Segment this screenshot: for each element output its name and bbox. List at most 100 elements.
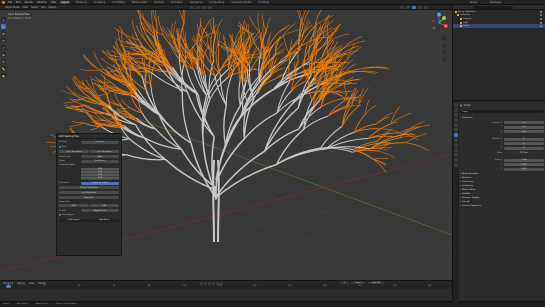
outliner-item[interactable]: Curve [453, 24, 545, 28]
scale-y-field[interactable]: 1.000 [504, 163, 544, 167]
base-size-field[interactable]: Base Size [59, 196, 119, 200]
workspace-tab[interactable]: UV Editing [111, 1, 125, 4]
visibility-eye-icon[interactable] [540, 10, 542, 13]
split-value-field[interactable]: 0.20 [81, 177, 119, 180]
bevel-checkbox[interactable]: Bevel [59, 145, 67, 148]
render-tab-icon[interactable] [454, 108, 458, 112]
menu-object[interactable]: Object [48, 6, 55, 9]
data-tab-icon[interactable] [454, 158, 458, 162]
overlay-icon[interactable] [400, 6, 404, 9]
mode-dropdown[interactable]: Object Mode [5, 6, 19, 9]
rotate-tool-icon[interactable]: ↻ [1, 38, 6, 43]
solid-shading-icon[interactable] [412, 6, 416, 9]
workspace-tab[interactable]: Shading [153, 1, 165, 4]
curve-resolution-field-2[interactable]: Curve Resolution [89, 150, 119, 154]
menu-item[interactable]: Window [37, 1, 46, 4]
world-tab-icon[interactable] [454, 128, 458, 132]
rotation-y-field[interactable]: 0° [504, 142, 544, 146]
transform-panel-header[interactable]: Transform [460, 117, 544, 119]
panel-header[interactable]: Relations [460, 177, 544, 179]
object-name-input[interactable]: Curve [460, 110, 544, 113]
xray-icon[interactable] [406, 6, 410, 9]
limit-imports-button[interactable]: Limit Imports [59, 218, 89, 222]
material-shading-icon[interactable] [418, 6, 422, 9]
workspace-tab[interactable]: Scripting [257, 1, 270, 4]
location-z-field[interactable]: 0 m [504, 130, 544, 134]
settings-dropdown[interactable]: Geometry [81, 140, 119, 144]
current-frame-field[interactable]: 1 [340, 282, 350, 284]
tree-scale-dropdown[interactable]: Custom Tree Scale [81, 181, 119, 185]
timeline[interactable]: 020406080100120140160180200220240 1 [0, 285, 452, 301]
zoom-icon[interactable] [442, 36, 447, 41]
scene-selector[interactable]: Scene [470, 1, 477, 4]
workspace-tab[interactable]: Animation [170, 1, 184, 4]
outliner-search-input[interactable] [473, 6, 513, 9]
workspace-tab[interactable]: Rendering [189, 1, 203, 4]
render-shading-icon[interactable] [424, 6, 428, 9]
curve-resolution-field[interactable]: Curve Resolution [59, 150, 89, 154]
pivot-icon[interactable] [196, 6, 200, 9]
rotation-mode-dropdown[interactable]: XYZ Euler [504, 151, 544, 155]
menu-select[interactable]: Select [31, 6, 38, 9]
output-tab-icon[interactable] [454, 113, 458, 117]
tool-tab-icon[interactable] [454, 103, 458, 107]
panel-header[interactable]: Line Art [460, 201, 544, 203]
panel-header[interactable]: Delta Transform [460, 173, 544, 175]
scale-tool-icon[interactable]: ⤢ [1, 45, 6, 50]
operator-panel-title[interactable]: Add Sapling Tree [57, 134, 121, 139]
constraints-tab-icon[interactable] [454, 153, 458, 157]
particles-tab-icon[interactable] [454, 143, 458, 147]
navigation-gizmo[interactable]: X Y Z [428, 12, 450, 34]
limit-imports-checkbox[interactable]: Limit Imports [59, 214, 74, 217]
physics-tab-icon[interactable] [454, 148, 458, 152]
blender-logo-icon[interactable] [2, 1, 5, 4]
menu-item[interactable]: Edit [16, 1, 21, 4]
export-preset-button[interactable]: Export Preset [81, 209, 119, 213]
timeline-ruler[interactable]: 020406080100120140160180200220240 [0, 285, 452, 289]
camera-view-icon[interactable] [442, 50, 447, 55]
view-layer-tab-icon[interactable] [454, 118, 458, 122]
leaf-distribution-field[interactable]: Leaf Distribution [59, 191, 119, 195]
rotation-z-field[interactable]: 0° [504, 146, 544, 150]
branch-distribution-field[interactable]: Branch Distribution [59, 186, 119, 190]
location-y-field[interactable]: 0 m [504, 125, 544, 129]
handle-type-dropdown[interactable]: Auto [81, 155, 119, 159]
panel-header[interactable]: Collections [460, 181, 544, 183]
visibility-eye-icon[interactable] [540, 25, 542, 28]
workspace-tab[interactable]: Sculpting [93, 1, 106, 4]
menu-item[interactable]: Help [51, 1, 56, 4]
menu-add[interactable]: Add [41, 6, 45, 9]
prune-ratio-field[interactable]: 0.50 [59, 204, 89, 208]
menu-item[interactable]: Render [25, 1, 34, 4]
playhead[interactable]: 1 [6, 285, 11, 288]
orientation-icon[interactable] [190, 6, 194, 9]
annotate-tool-icon[interactable]: ✎ [1, 59, 6, 64]
scale-x-field[interactable]: 1.000 [504, 158, 544, 162]
rotation-x-field[interactable]: 0° [504, 137, 544, 141]
measure-tool-icon[interactable]: 📏 [1, 66, 6, 71]
panel-header[interactable]: Instancing [460, 185, 544, 187]
ortho-toggle-icon[interactable] [442, 57, 447, 62]
visibility-eye-icon[interactable] [540, 21, 542, 24]
panel-header[interactable]: Viewport Display [460, 197, 544, 199]
visibility-eye-icon[interactable] [540, 14, 542, 17]
menu-view[interactable]: View [22, 6, 27, 9]
workspace-tab[interactable]: Texture Paint [131, 1, 148, 4]
location-x-field[interactable]: 0 m [504, 121, 544, 125]
shape-dropdown[interactable]: Tend Flame [81, 159, 119, 163]
workspace-tab[interactable]: Layout [60, 1, 71, 4]
snap-icon[interactable] [202, 6, 206, 9]
material-tab-icon[interactable] [454, 163, 458, 167]
scene-tab-icon[interactable] [454, 123, 458, 127]
menu-item[interactable]: File [8, 1, 12, 4]
pan-icon[interactable] [442, 43, 447, 48]
panel-header[interactable]: Custom Properties [460, 205, 544, 207]
end-frame-field[interactable]: End 250 [368, 282, 385, 284]
add-tool-icon[interactable]: ▣ [1, 73, 6, 78]
modifier-tab-icon[interactable] [454, 138, 458, 142]
proportional-edit-icon[interactable] [208, 6, 212, 9]
prune-width-field[interactable]: 0.05 [89, 204, 119, 208]
workspace-tab[interactable]: Compositing [208, 1, 225, 4]
load-preset-button[interactable]: Load Preset [89, 218, 119, 222]
visibility-eye-icon[interactable] [540, 17, 542, 20]
